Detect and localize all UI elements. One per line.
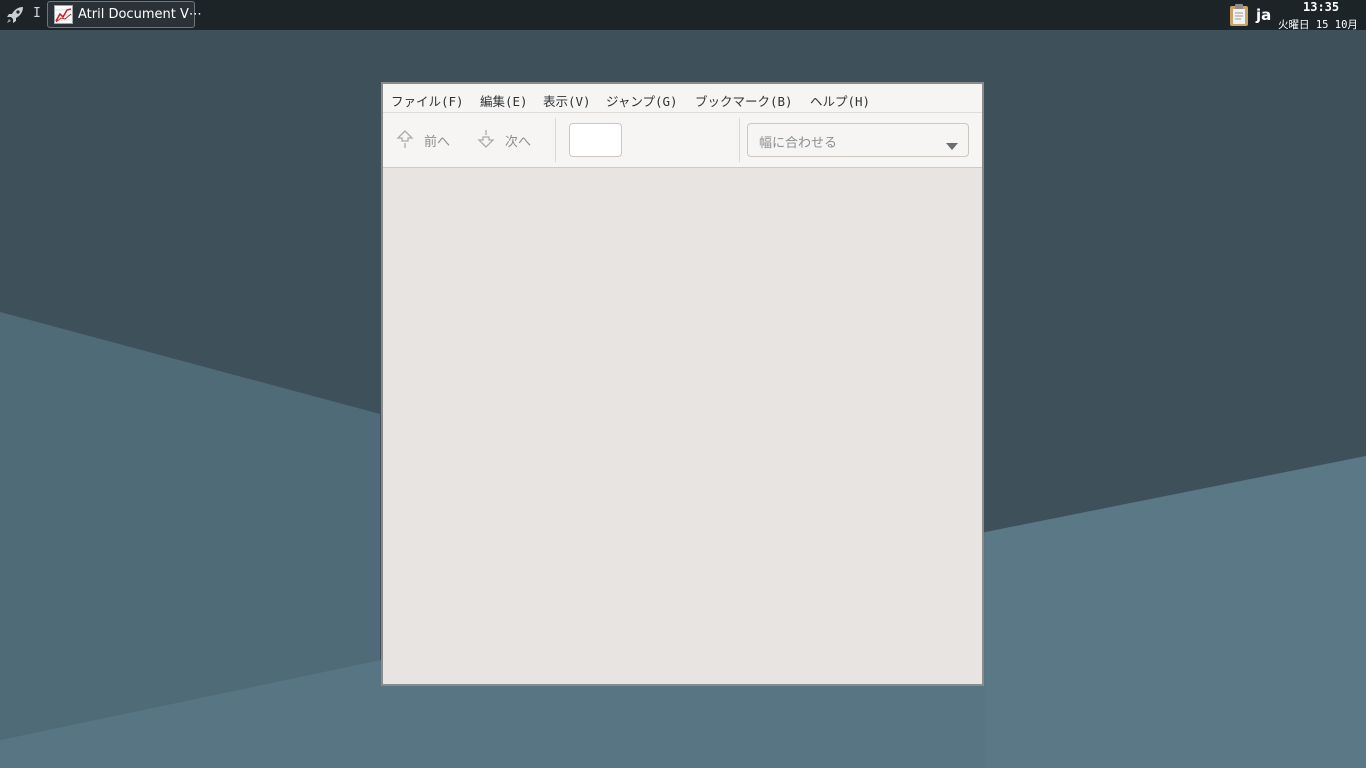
top-panel: I Atril Document V⋯ ja 13:35 火曜日 15 10月 — [0, 0, 1366, 32]
document-view[interactable] — [383, 168, 982, 684]
clock-date[interactable]: 火曜日 15 10月 — [1278, 17, 1358, 32]
atril-chart-icon — [54, 5, 73, 24]
menu-file[interactable]: ファイル(F) — [391, 91, 464, 110]
clock-time[interactable]: 13:35 — [1303, 0, 1339, 14]
menu-bar: ファイル(F) 編集(E) 表示(V) ジャンプ(G) ブックマーク(B) ヘル… — [383, 84, 982, 113]
page-number-input[interactable] — [569, 123, 622, 157]
go-down-icon — [477, 129, 495, 149]
taskbar-button-label: Atril Document V⋯ — [78, 7, 202, 22]
chevron-down-icon — [946, 136, 958, 150]
toolbar: 前へ 次へ 幅に合わせる — [383, 113, 982, 168]
menu-view[interactable]: 表示(V) — [543, 91, 591, 110]
taskbar-button-atril[interactable]: Atril Document V⋯ — [47, 1, 202, 28]
atril-window: ファイル(F) 編集(E) 表示(V) ジャンプ(G) ブックマーク(B) ヘル… — [381, 82, 984, 686]
keyboard-layout-indicator[interactable]: ja — [1256, 6, 1271, 24]
menu-edit[interactable]: 編集(E) — [480, 91, 528, 110]
rocket-icon[interactable] — [4, 4, 26, 26]
next-page-label: 次へ — [505, 135, 532, 150]
previous-page-button[interactable]: 前へ — [396, 121, 466, 159]
menu-help[interactable]: ヘルプ(H) — [810, 91, 870, 110]
panel-separator: I — [33, 6, 41, 21]
clipboard-icon[interactable] — [1228, 3, 1250, 27]
menu-bookmarks[interactable]: ブックマーク(B) — [695, 91, 793, 110]
zoom-select[interactable]: 幅に合わせる — [747, 123, 969, 157]
go-up-icon — [396, 129, 414, 149]
previous-page-label: 前へ — [424, 135, 451, 150]
zoom-select-value: 幅に合わせる — [759, 136, 838, 151]
toolbar-separator — [555, 118, 556, 162]
toolbar-separator — [739, 118, 740, 162]
menu-go[interactable]: ジャンプ(G) — [606, 91, 678, 110]
next-page-button[interactable]: 次へ — [477, 121, 547, 159]
